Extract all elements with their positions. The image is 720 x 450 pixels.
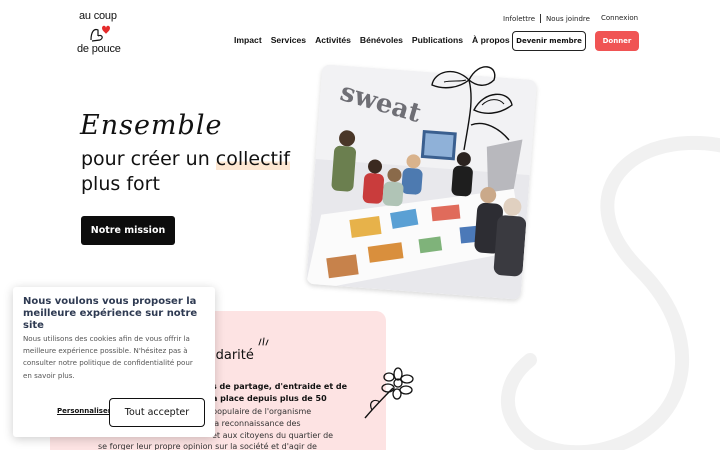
cookie-description: Nous utilisons des cookies afin de vous … (23, 333, 209, 382)
sparkle-icon (258, 337, 269, 346)
section-bold-line-1: s de partage, d'entraide et de (212, 382, 348, 391)
logo-hand-heart-icon (90, 25, 110, 42)
login-link[interactable]: Connexion (601, 14, 638, 22)
nav-item-a-propos[interactable]: À propos (472, 35, 510, 45)
nav-item-activites[interactable]: Activités (315, 35, 351, 45)
logo[interactable]: au coup de pouce (76, 10, 128, 60)
nav-item-services[interactable]: Services (271, 35, 306, 45)
section-heading: idarité (212, 348, 254, 363)
cookie-title: Nous voulons vous proposer la meilleure … (23, 296, 198, 331)
section-bold-text: s de partage, d'entraide et de a place d… (212, 381, 347, 405)
hero-script-title: Ensemble (80, 110, 223, 141)
utility-separator (540, 14, 542, 23)
cookie-text-line: Nous utilisons des cookies afin de vous … (23, 334, 190, 343)
logo-text-top: au coup (79, 10, 117, 22)
hero-headline-line2: pour créer un collectif (81, 148, 290, 170)
logo-text-bottom: de pouce (77, 43, 121, 55)
nav-item-impact[interactable]: Impact (234, 35, 262, 45)
hero-headline-line3: plus fort (81, 173, 160, 195)
nav-item-benevoles[interactable]: Bénévoles (360, 35, 403, 45)
daisy-sketch-icon (364, 367, 414, 419)
hero-line2-text: pour créer un (81, 148, 216, 170)
nav-item-publications[interactable]: Publications (412, 35, 463, 45)
newsletter-link[interactable]: Infolettre (503, 15, 535, 23)
cookie-text-line: consulter notre politique de confidentia… (23, 358, 193, 368)
cookie-consent-dialog: Nous voulons vous proposer la meilleure … (13, 287, 215, 437)
section-bold-line-2: a place depuis plus de 50 (212, 394, 327, 404)
donate-button[interactable]: Donner (595, 31, 639, 51)
flower-sketch-icon (431, 66, 513, 151)
become-member-button[interactable]: Devenir membre (512, 31, 586, 51)
main-nav: Impact Services Activités Bénévoles Publ… (234, 35, 510, 45)
utility-links: Infolettre Nous joindre (503, 14, 590, 23)
section-body-line-4: se forger leur propre opinion sur la soc… (98, 442, 317, 450)
cookie-customize-button[interactable]: Personnaliser (57, 407, 111, 415)
cookie-text-line: meilleure expérience possible. N'hésitez… (23, 346, 188, 356)
hero-highlight-word: collectif (215, 148, 290, 170)
mission-button[interactable]: Notre mission (81, 216, 175, 245)
cookie-accept-button[interactable]: Tout accepter (109, 398, 205, 427)
cookie-text-line: en savoir plus. (23, 370, 75, 380)
contact-link[interactable]: Nous joindre (546, 15, 590, 23)
